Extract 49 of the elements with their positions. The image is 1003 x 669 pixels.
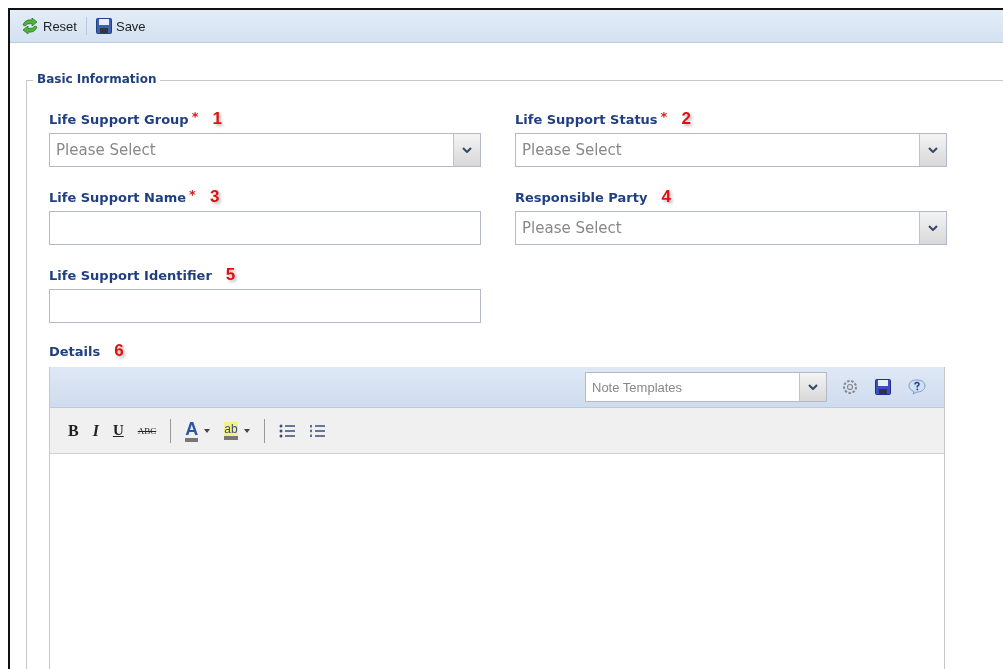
field-label: Life Support Identifier [49, 268, 212, 283]
template-dropdown[interactable]: Note Templates [585, 372, 827, 402]
dropdown-trigger[interactable] [919, 134, 946, 166]
input-field[interactable] [49, 211, 481, 245]
highlight-button[interactable]: ab [224, 421, 238, 440]
underline-button[interactable]: U [112, 422, 124, 439]
field-label: Life Support Status [515, 112, 658, 127]
field-label: Details [49, 344, 101, 359]
bulleted-list-icon[interactable] [278, 423, 295, 438]
required-asterisk: * [189, 187, 196, 202]
caret-icon[interactable] [243, 428, 250, 433]
caret-icon[interactable] [204, 428, 211, 433]
input-field[interactable] [49, 289, 481, 323]
help-icon[interactable] [908, 379, 926, 395]
dropdown-placeholder: Please Select [521, 140, 623, 161]
reset-button[interactable]: Reset [18, 16, 80, 36]
dropdown[interactable]: Please Select [515, 133, 947, 167]
field-label: Life Support Group [49, 112, 189, 127]
refresh-icon [21, 18, 39, 34]
strikethrough-button[interactable]: ABC [137, 425, 157, 436]
field-label: Responsible Party [515, 190, 648, 205]
dropdown-placeholder: Please Select [55, 140, 157, 161]
callout-number: 2 [681, 109, 691, 129]
numbered-list-icon[interactable] [308, 423, 325, 438]
chevron-down-icon [808, 384, 818, 390]
field-label: Life Support Name [49, 190, 187, 205]
callout-number: 4 [661, 187, 671, 207]
dropdown-placeholder: Note Templates [591, 378, 684, 397]
callout-number: 6 [114, 341, 124, 361]
callout-number: 1 [212, 109, 222, 129]
callout-number: 3 [209, 187, 220, 207]
chevron-down-icon [928, 147, 938, 153]
dropdown[interactable]: Please Select [515, 211, 947, 245]
italic-button[interactable]: I [92, 421, 99, 440]
dropdown-trigger[interactable] [453, 134, 480, 166]
required-asterisk: * [191, 109, 199, 124]
chevron-down-icon [462, 147, 472, 153]
dropdown-trigger[interactable] [919, 212, 946, 244]
required-asterisk: * [660, 109, 668, 124]
section-title: Basic Information [33, 72, 161, 86]
settings-icon[interactable] [842, 379, 858, 395]
chevron-down-icon [928, 225, 938, 231]
dropdown-trigger[interactable] [799, 373, 826, 401]
bold-button[interactable]: B [68, 421, 79, 440]
font-color-button[interactable]: A [185, 419, 199, 442]
save-button[interactable]: Save [92, 16, 149, 36]
dropdown[interactable]: Please Select [49, 133, 481, 167]
callout-number: 5 [225, 265, 236, 285]
dropdown-placeholder: Please Select [521, 218, 623, 239]
